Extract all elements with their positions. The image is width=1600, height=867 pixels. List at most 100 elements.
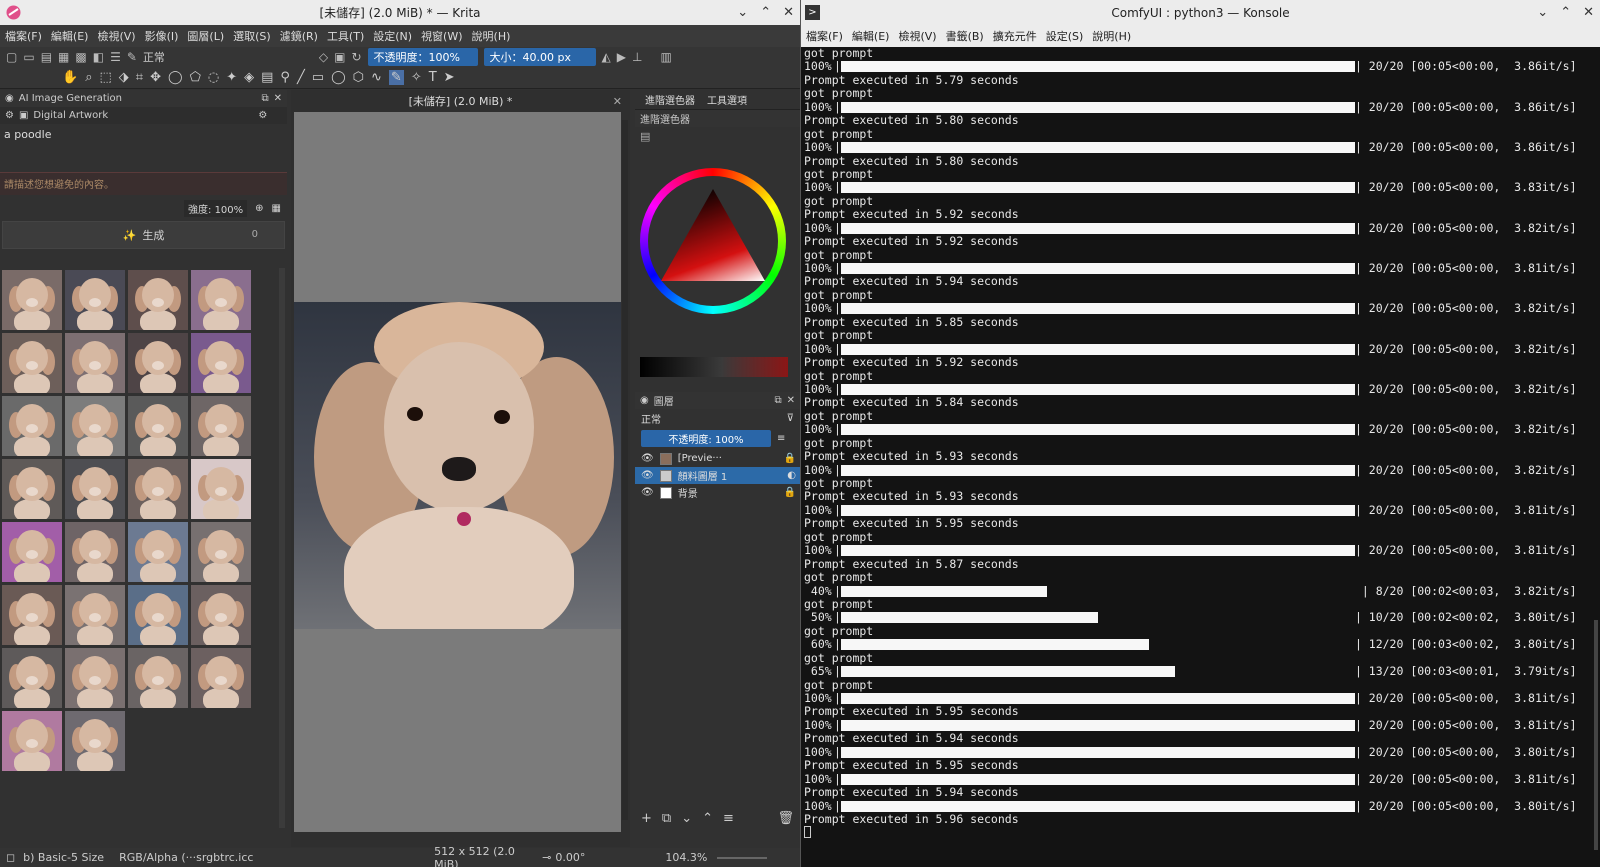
color-history-strip[interactable] xyxy=(640,357,788,377)
delete-layer-icon[interactable]: 🗑 xyxy=(777,811,794,826)
move-down-icon[interactable]: ⌄ xyxy=(681,811,692,826)
generated-thumbnail[interactable] xyxy=(128,396,188,456)
rotation-icon[interactable]: ⊸ xyxy=(542,851,551,864)
canvas-scrollbar[interactable] xyxy=(622,120,628,820)
picker-tool-icon[interactable]: ⚲ xyxy=(280,70,290,85)
maximize-icon[interactable]: ⌃ xyxy=(760,5,771,20)
menu-plugins[interactable]: 擴充元件 xyxy=(993,28,1037,44)
generated-thumbnail[interactable] xyxy=(2,711,62,771)
generated-thumbnail[interactable] xyxy=(191,648,251,708)
gradient-icon[interactable]: ▦ xyxy=(58,51,69,63)
menu-view[interactable]: 檢視(V) xyxy=(898,28,936,44)
menu-select[interactable]: 選取(S) xyxy=(233,28,271,44)
generated-thumbnail[interactable] xyxy=(2,333,62,393)
freehand-select-icon[interactable]: ◌ xyxy=(208,70,219,85)
color-space[interactable]: RGB/Alpha (···srgbtrc.icc xyxy=(119,851,434,864)
text-tool-icon[interactable]: T xyxy=(429,70,437,85)
maximize-icon[interactable]: ⌃ xyxy=(1560,5,1571,20)
layer-row[interactable]: 👁 [Previe··· 🔒 xyxy=(635,450,800,467)
mirror-horizontal-icon[interactable]: ◭ xyxy=(602,51,611,63)
generated-thumbnail[interactable] xyxy=(191,270,251,330)
region-icon[interactable]: ▦ xyxy=(272,203,281,214)
generated-thumbnail[interactable] xyxy=(2,585,62,645)
rotation-value[interactable]: 0.00° xyxy=(555,851,665,864)
visibility-icon[interactable]: 👁 xyxy=(641,470,654,481)
wrap-icon[interactable]: ⊥ xyxy=(632,51,642,63)
line-tool-icon[interactable]: ╱ xyxy=(297,70,305,85)
layers-float-icon[interactable]: ⧉ xyxy=(774,395,781,406)
generated-thumbnail[interactable] xyxy=(2,270,62,330)
menu-image[interactable]: 影像(I) xyxy=(145,28,179,44)
menu-help[interactable]: 說明(H) xyxy=(472,28,511,44)
pattern-icon[interactable]: ▩ xyxy=(75,51,86,63)
tab-tool-options[interactable]: 工具選項 xyxy=(707,92,747,107)
color-wheel[interactable] xyxy=(640,168,786,314)
close-icon[interactable]: ✕ xyxy=(1583,5,1594,20)
generated-thumbnail[interactable] xyxy=(65,585,125,645)
close-document-icon[interactable]: ✕ xyxy=(613,95,622,108)
visibility-icon[interactable]: 👁 xyxy=(641,453,654,464)
layer-opacity-slider[interactable]: 不透明度: 100% xyxy=(641,430,771,447)
menu-file[interactable]: 檔案(F) xyxy=(5,28,42,44)
layers-close-icon[interactable]: ✕ xyxy=(787,395,795,406)
layer-row[interactable]: 👁 顏料圖層 1 ◐ xyxy=(635,467,800,484)
terminal-scrollbar[interactable] xyxy=(1594,620,1598,850)
ellipse-select-icon[interactable]: ◯ xyxy=(168,70,183,85)
open-document-icon[interactable]: ▭ xyxy=(23,51,34,63)
menu-filter[interactable]: 濾鏡(R) xyxy=(280,28,318,44)
generated-thumbnail[interactable] xyxy=(128,459,188,519)
color-swap-icon[interactable]: ◧ xyxy=(93,51,104,63)
generated-thumbnail[interactable] xyxy=(2,459,62,519)
alpha-lock-icon[interactable]: ◐ xyxy=(787,470,796,481)
save-icon[interactable]: ▤ xyxy=(41,51,52,63)
blend-mode-select[interactable]: 正常 xyxy=(143,49,313,65)
generated-thumbnail[interactable] xyxy=(191,522,251,582)
generated-thumbnail[interactable] xyxy=(65,711,125,771)
settings-icon[interactable]: ⚙ xyxy=(5,110,14,121)
document-tab[interactable]: [未儲存] (2.0 MiB) * ✕ xyxy=(291,90,630,112)
crop-tool-icon[interactable]: ⌗ xyxy=(136,70,143,85)
zoom-slider[interactable] xyxy=(717,856,768,859)
canvas[interactable] xyxy=(294,112,621,832)
generated-thumbnail[interactable] xyxy=(191,585,251,645)
style-settings-icon[interactable]: ⚙ xyxy=(258,110,267,121)
menu-view[interactable]: 檢視(V) xyxy=(97,28,135,44)
workspace-icon[interactable]: ▥ xyxy=(660,51,671,63)
mirror-vertical-icon[interactable]: ▶ xyxy=(617,51,626,63)
prompt-input[interactable]: a poodle xyxy=(0,124,287,172)
menu-help[interactable]: 說明(H) xyxy=(1092,28,1131,44)
duplicate-layer-icon[interactable]: ⧉ xyxy=(662,811,671,826)
lock-icon[interactable]: 🔒 xyxy=(784,453,796,464)
float-icon[interactable]: ⧉ xyxy=(261,93,268,104)
menu-file[interactable]: 檔案(F) xyxy=(806,28,843,44)
reload-icon[interactable]: ↻ xyxy=(351,51,361,63)
generated-thumbnail[interactable] xyxy=(128,585,188,645)
generated-thumbnail[interactable] xyxy=(128,522,188,582)
generated-thumbnail[interactable] xyxy=(128,270,188,330)
generated-thumbnail[interactable] xyxy=(191,333,251,393)
pan-tool-icon[interactable]: ✋ xyxy=(62,70,78,85)
menu-settings[interactable]: 設定(N) xyxy=(373,28,412,44)
generated-thumbnail[interactable] xyxy=(65,396,125,456)
layer-row[interactable]: 👁 背景 🔒 xyxy=(635,484,800,501)
ellipse-tool-icon[interactable]: ◯ xyxy=(331,70,346,85)
add-layer-icon[interactable]: + xyxy=(641,811,652,826)
menu-window[interactable]: 視窗(W) xyxy=(421,28,462,44)
menu-edit[interactable]: 編輯(E) xyxy=(852,28,890,44)
generated-thumbnail[interactable] xyxy=(2,396,62,456)
poly-select-icon[interactable]: ⬠ xyxy=(190,70,201,85)
menu-settings[interactable]: 設定(S) xyxy=(1046,28,1084,44)
zoom-value[interactable]: 104.3% xyxy=(665,851,707,864)
generated-thumbnail[interactable] xyxy=(65,270,125,330)
smart-patch-icon[interactable]: ✧ xyxy=(411,70,422,85)
size-slider[interactable]: 大小：40.00 px xyxy=(483,48,596,66)
filter-icon[interactable]: ⊽ xyxy=(787,413,794,424)
generated-thumbnail[interactable] xyxy=(2,648,62,708)
rect-tool-icon[interactable]: ▭ xyxy=(312,70,324,85)
tab-advanced-color[interactable]: 進階選色器 xyxy=(645,92,695,107)
move-tool-icon[interactable]: ✥ xyxy=(150,70,161,85)
eraser-icon[interactable]: ◇ xyxy=(319,51,328,63)
rect-select-icon[interactable]: ⬚ xyxy=(99,70,111,85)
brush-preset-icon[interactable]: ✎ xyxy=(127,51,137,63)
menu-edit[interactable]: 編輯(E) xyxy=(51,28,89,44)
